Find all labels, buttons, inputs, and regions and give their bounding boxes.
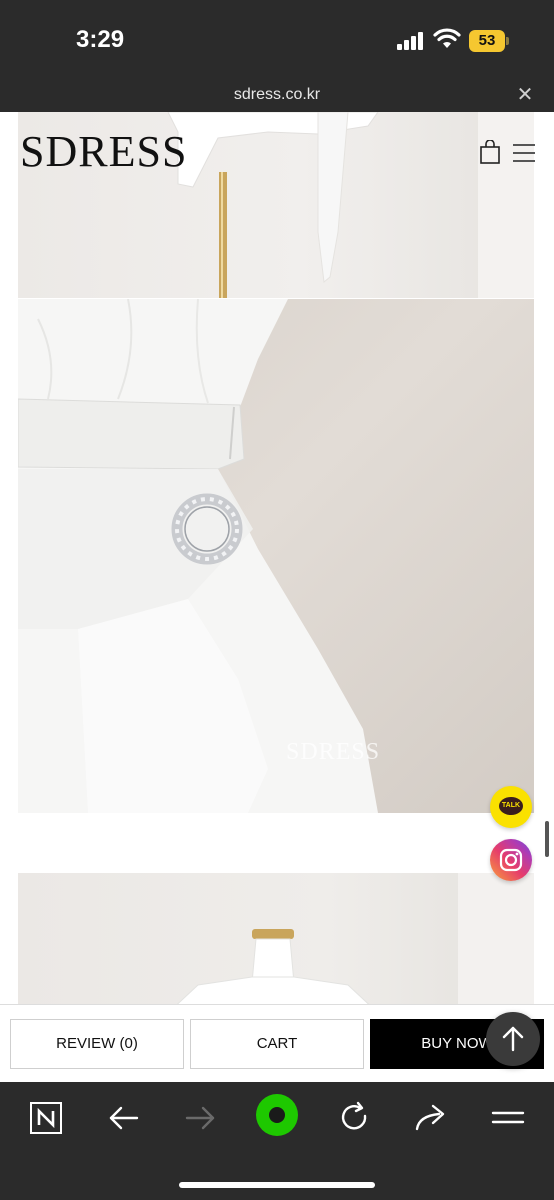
back-arrow-icon[interactable] xyxy=(102,1096,146,1140)
purchase-action-bar: REVIEW (0) CART BUY NOW xyxy=(0,1004,554,1082)
review-button[interactable]: REVIEW (0) xyxy=(10,1019,184,1069)
hamburger-menu-icon[interactable] xyxy=(513,143,535,163)
share-icon[interactable] xyxy=(409,1096,453,1140)
instagram-icon[interactable] xyxy=(490,839,532,881)
close-icon[interactable]: ✕ xyxy=(514,84,536,106)
shopping-bag-icon[interactable] xyxy=(480,140,500,164)
product-image-2 xyxy=(18,299,534,813)
home-indicator[interactable] xyxy=(179,1182,375,1188)
menu-icon[interactable] xyxy=(486,1096,530,1140)
wifi-icon xyxy=(433,28,461,48)
status-time: 3:29 xyxy=(76,26,125,53)
cart-button[interactable]: CART xyxy=(190,1019,364,1069)
status-bar: 3:29 53 xyxy=(0,0,554,80)
instagram-glyph xyxy=(499,848,523,872)
browser-toolbar xyxy=(0,1082,554,1200)
green-dot-icon[interactable] xyxy=(254,1092,300,1138)
dress-brooch-image xyxy=(18,299,378,813)
arrow-up-icon[interactable] xyxy=(486,1012,540,1066)
image-watermark: SDRESS xyxy=(286,739,381,765)
url-text[interactable]: sdress.co.kr xyxy=(0,86,554,104)
signal-icon xyxy=(397,32,425,50)
scroll-top-glyph xyxy=(502,1026,524,1052)
site-logo[interactable]: SDRESS xyxy=(20,126,187,177)
naver-home-icon[interactable] xyxy=(24,1096,68,1140)
url-bar[interactable]: sdress.co.kr ✕ xyxy=(0,80,554,112)
forward-arrow-icon[interactable] xyxy=(178,1096,222,1140)
battery-icon: 53 xyxy=(469,30,505,52)
mannequin-image xyxy=(176,873,534,1004)
page-content: SDRESS SDRESS TALK xyxy=(0,112,554,1004)
scrollbar-thumb[interactable] xyxy=(545,821,549,857)
product-image-3 xyxy=(18,873,534,1004)
talk-label: TALK xyxy=(499,797,523,815)
reload-icon[interactable] xyxy=(332,1096,376,1140)
kakaotalk-icon[interactable]: TALK xyxy=(490,786,532,828)
battery-nub xyxy=(506,37,509,45)
